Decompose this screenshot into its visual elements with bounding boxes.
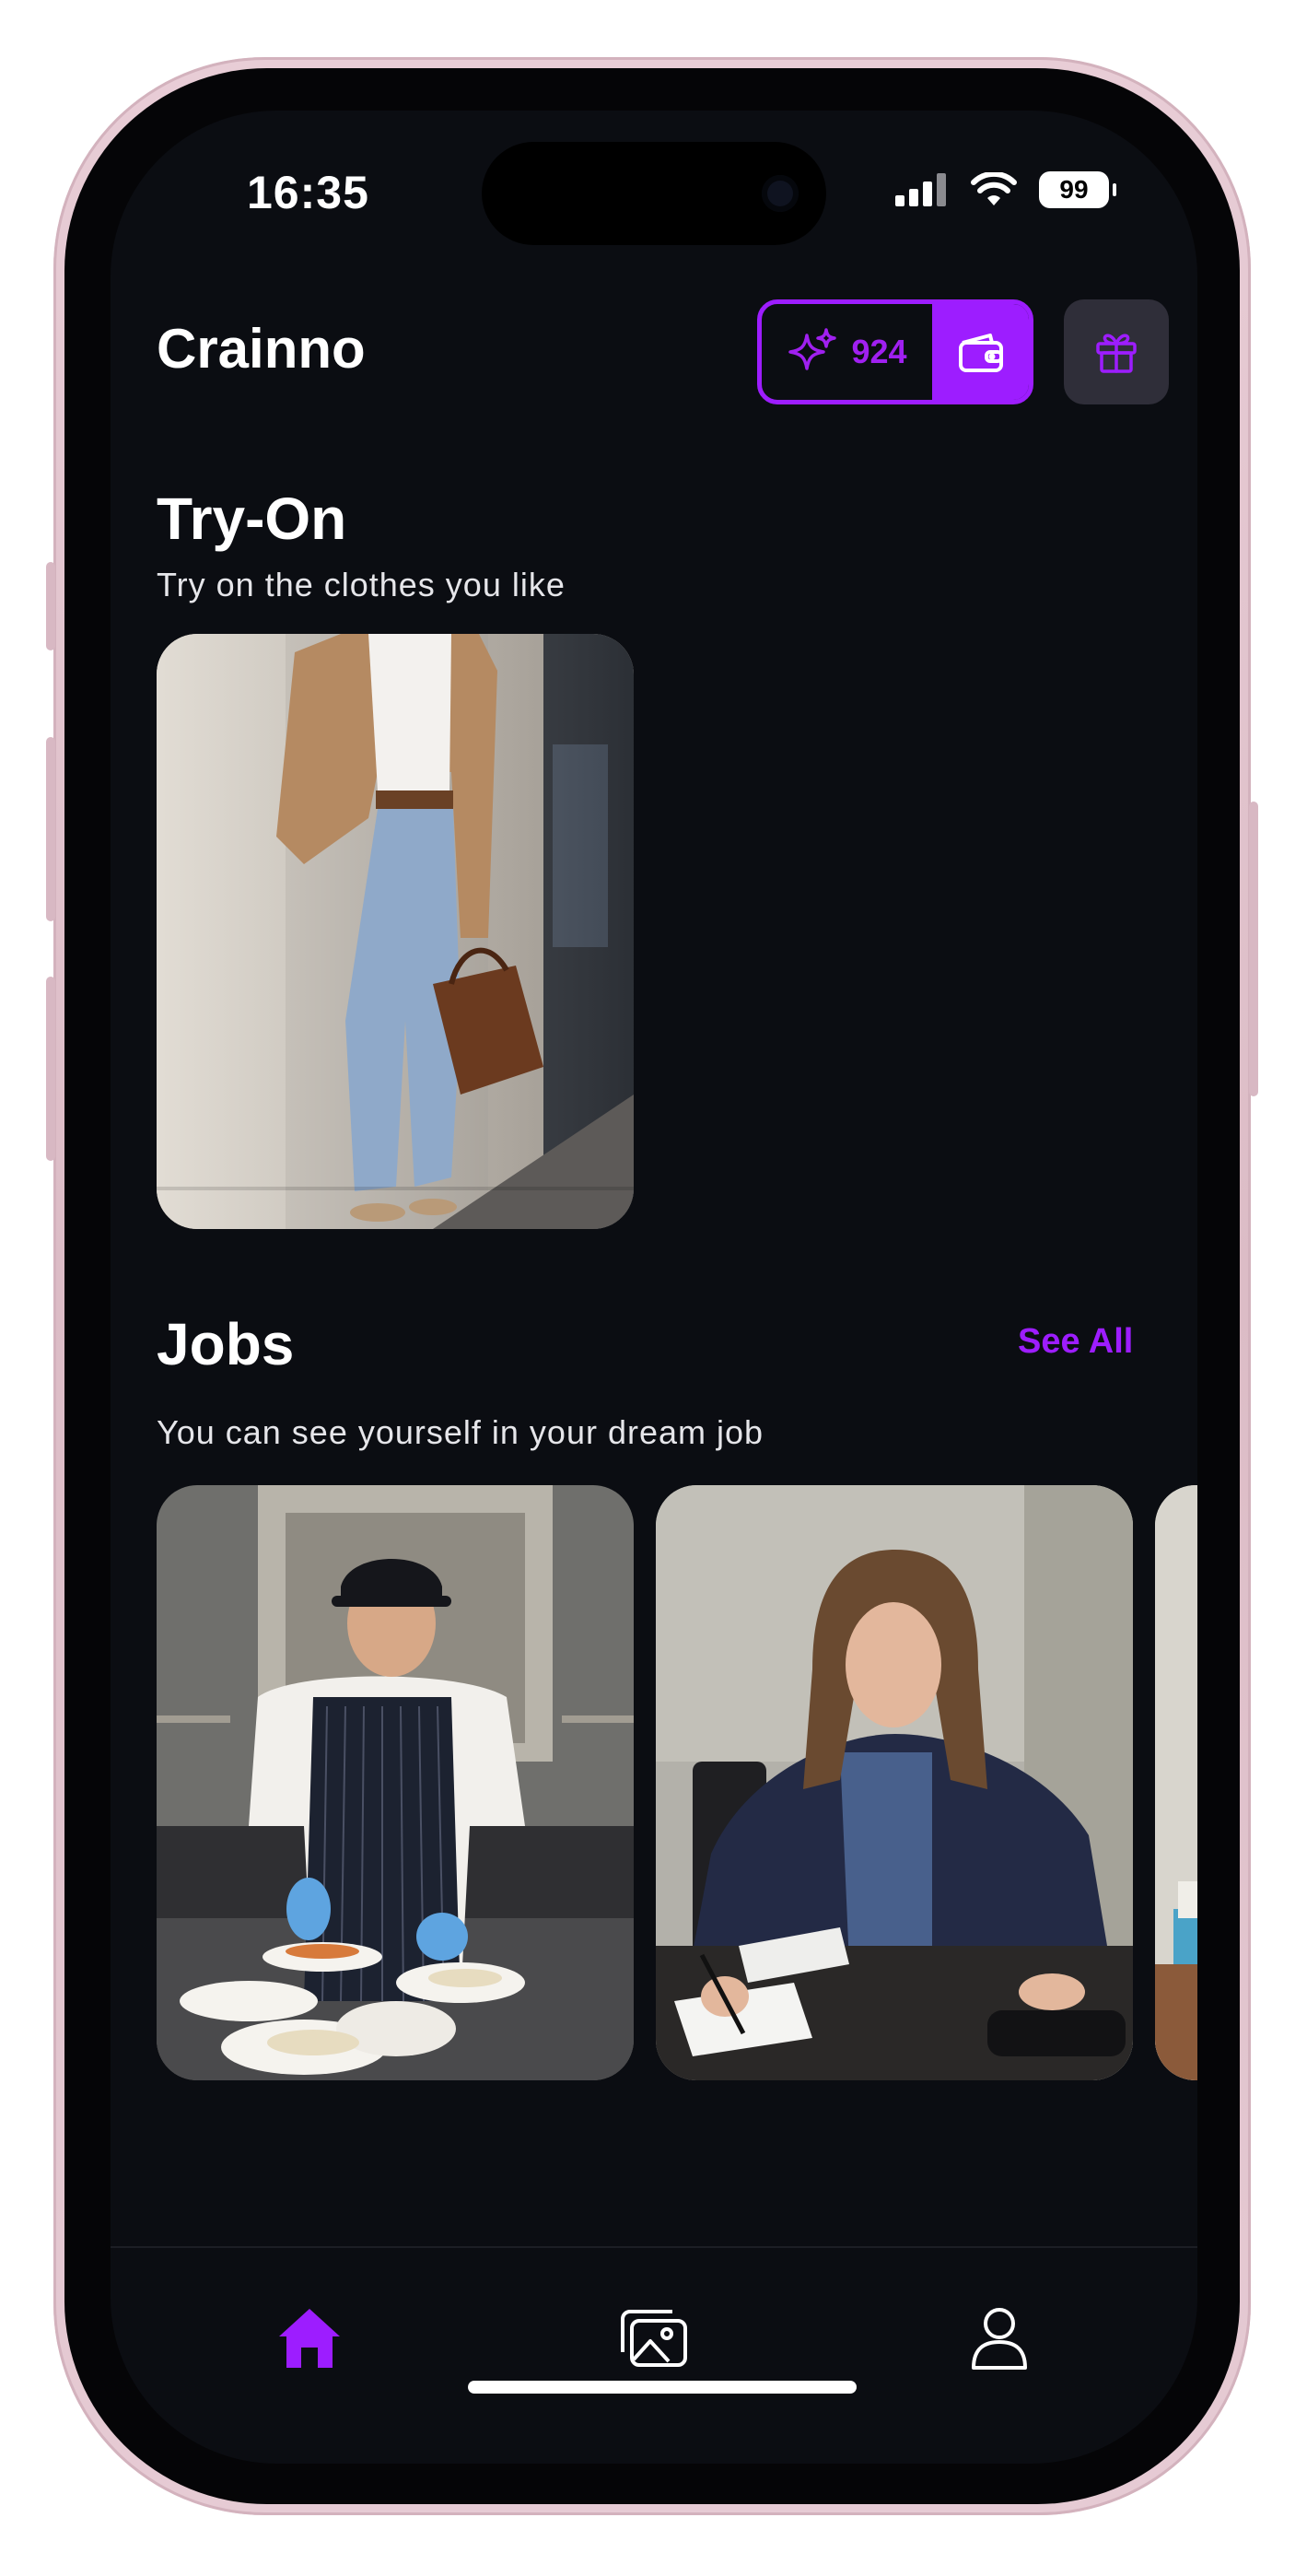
app-screen: 16:35 99 Crainno 924 Try-On Try on the c…	[111, 111, 1197, 2464]
power-button	[1249, 802, 1258, 1096]
gift-icon	[1096, 334, 1137, 373]
dynamic-island	[482, 142, 826, 245]
profile-icon	[972, 2308, 1027, 2370]
wallet-icon	[958, 334, 1003, 372]
try-on-image	[157, 634, 634, 1229]
job-card-chef[interactable]	[157, 1485, 634, 2080]
sparkles-icon	[788, 328, 837, 370]
wallet-button[interactable]	[932, 304, 1029, 400]
try-on-title: Try-On	[157, 486, 347, 552]
volume-down-button	[46, 977, 55, 1161]
volume-up-button	[46, 737, 55, 921]
job-card-partial[interactable]	[1155, 1485, 1197, 2080]
camera-lens	[762, 175, 799, 212]
nav-profile[interactable]	[944, 2283, 1055, 2394]
nav-gallery[interactable]	[599, 2283, 709, 2394]
app-brand: Crainno	[157, 318, 366, 380]
status-icons: 99	[895, 171, 1116, 208]
wifi-icon	[971, 172, 1017, 205]
nav-divider	[111, 2246, 1197, 2248]
credits-count: 924	[762, 304, 932, 400]
signal-icon	[895, 173, 946, 206]
nav-home[interactable]	[254, 2283, 365, 2394]
job-image-chef	[157, 1485, 634, 2080]
home-icon	[279, 2309, 340, 2368]
action-button	[46, 562, 55, 650]
see-all-link[interactable]: See All	[1018, 1322, 1133, 1362]
home-indicator	[468, 2381, 857, 2394]
jobs-subtitle: You can see yourself in your dream job	[157, 1413, 764, 1451]
battery-icon: 99	[1039, 171, 1116, 208]
status-time: 16:35	[247, 167, 369, 218]
gallery-icon	[621, 2310, 687, 2367]
gift-button[interactable]	[1064, 299, 1169, 404]
job-image-partial	[1155, 1485, 1197, 2080]
try-on-subtitle: Try on the clothes you like	[157, 566, 566, 603]
credits-value: 924	[851, 333, 907, 370]
job-image-office	[656, 1485, 1133, 2080]
credits-button[interactable]: 924	[757, 299, 1033, 404]
jobs-title: Jobs	[157, 1311, 295, 1377]
job-card-office[interactable]	[656, 1485, 1133, 2080]
try-on-card[interactable]	[157, 634, 634, 1229]
